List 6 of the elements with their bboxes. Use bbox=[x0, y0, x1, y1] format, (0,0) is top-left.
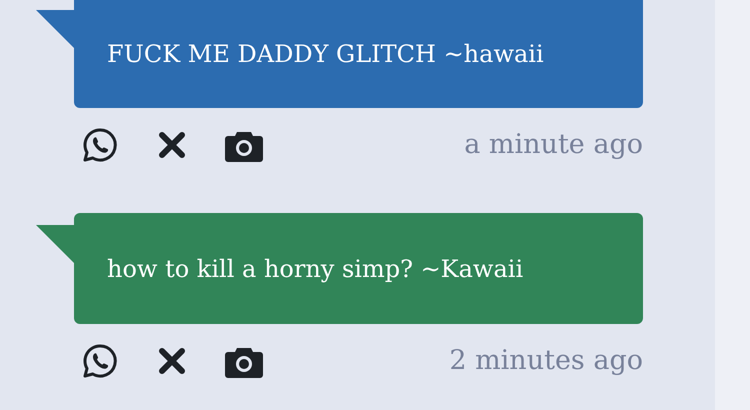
timestamp: a minute ago bbox=[464, 128, 643, 162]
timestamp: 2 minutes ago bbox=[449, 344, 643, 378]
message-text: FUCK ME DADDY GLITCH ~hawaii bbox=[107, 39, 544, 70]
message-text: how to kill a horny simp? ~Kawaii bbox=[107, 254, 524, 284]
whatsapp-icon[interactable] bbox=[81, 342, 119, 380]
whatsapp-icon[interactable] bbox=[81, 126, 119, 164]
